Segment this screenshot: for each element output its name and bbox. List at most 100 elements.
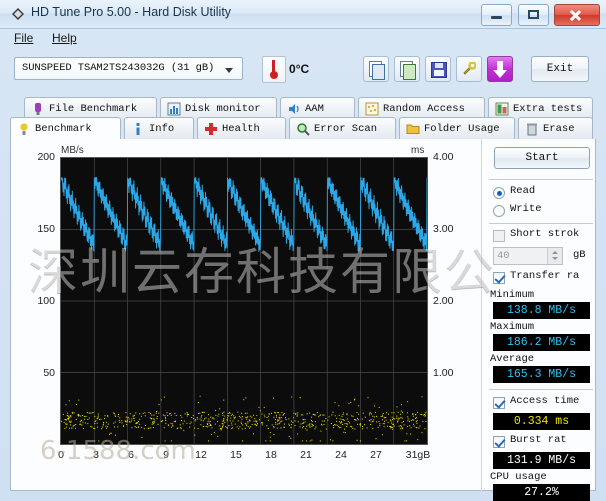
tab-error-scan[interactable]: Error Scan <box>289 117 396 139</box>
health-cross-icon <box>204 122 218 136</box>
tab-label: Random Access <box>383 98 465 119</box>
minimize-button[interactable] <box>481 4 512 26</box>
cpu-usage-value: 27.2% <box>493 484 590 501</box>
x-tick: 6 <box>116 449 146 461</box>
y-tick-left: 50 <box>21 367 55 379</box>
burst-rate-value: 131.9 MB/s <box>493 452 590 469</box>
x-tick: 12 <box>186 449 216 461</box>
maximum-label: Maximum <box>490 321 534 333</box>
tab-folder-usage[interactable]: Folder Usage <box>399 117 515 139</box>
tab-file-benchmark[interactable]: File Benchmark <box>24 97 157 119</box>
chevron-down-icon <box>225 68 233 73</box>
x-tick: 3 <box>81 449 111 461</box>
x-tick: 27 <box>361 449 391 461</box>
toolbar: SUNSPEED TSAM2TS243032G (31 gB) 0°C Exit <box>0 50 606 92</box>
y-tick-left: 150 <box>21 223 55 235</box>
y-axis-label-left: MB/s <box>61 145 84 156</box>
short-stroke-label: Short strok <box>510 228 579 240</box>
download-button[interactable] <box>487 56 513 82</box>
menu-bar: File Help <box>0 28 606 50</box>
transfer-rate-label: Transfer ra <box>510 270 579 282</box>
transfer-rate-checkbox[interactable] <box>493 272 505 284</box>
copy-sheet-button[interactable] <box>394 56 420 82</box>
erase-trash-icon <box>525 122 539 136</box>
tab-row-lower: Benchmark Info Health Error Scan Folder … <box>0 117 606 140</box>
controls-panel: Start Read Write Short strok 40 gB Trans… <box>487 139 597 491</box>
benchmark-bulb-icon <box>17 122 31 136</box>
tab-label: AAM <box>305 98 324 119</box>
wrench-icon <box>462 62 476 76</box>
down-arrow-icon <box>497 61 503 71</box>
write-label: Write <box>510 203 542 215</box>
average-label: Average <box>490 353 534 365</box>
copy-button[interactable] <box>363 56 389 82</box>
aam-speaker-icon <box>287 102 301 116</box>
error-scan-magnifier-icon <box>296 122 310 136</box>
stepper-buttons[interactable] <box>547 248 562 264</box>
access-time-value: 0.334 ms <box>493 413 590 430</box>
extra-tests-icon <box>495 102 509 116</box>
tab-label: Folder Usage <box>424 118 500 139</box>
stepper-up-icon[interactable] <box>552 251 558 254</box>
y-tick-right: 3.00 <box>433 223 469 235</box>
exit-button[interactable]: Exit <box>531 56 589 82</box>
window-title: HD Tune Pro 5.00 - Hard Disk Utility <box>31 5 231 19</box>
tab-label: Error Scan <box>314 118 377 139</box>
close-button[interactable] <box>554 4 600 26</box>
short-stroke-stepper[interactable]: 40 <box>493 247 563 265</box>
y-tick-left: 100 <box>21 295 55 307</box>
start-button[interactable]: Start <box>494 147 590 169</box>
cpu-usage-label: CPU usage <box>490 471 547 483</box>
plot-area <box>60 157 428 445</box>
write-radio[interactable] <box>493 205 505 217</box>
stepper-down-icon[interactable] <box>552 257 558 260</box>
x-tick: 24 <box>326 449 356 461</box>
save-button[interactable] <box>425 56 451 82</box>
tab-label: Benchmark <box>35 118 92 140</box>
transfer-rate-plot <box>61 158 427 444</box>
burst-rate-label: Burst rat <box>510 434 567 446</box>
tab-label: Extra tests <box>513 98 582 119</box>
floppy-icon <box>431 62 447 78</box>
short-stroke-unit: gB <box>573 249 586 261</box>
window-buttons <box>480 4 600 25</box>
tab-health[interactable]: Health <box>197 117 286 139</box>
x-tick: 0 <box>46 449 76 461</box>
menu-file[interactable]: File <box>14 31 33 45</box>
x-tick: 31gB <box>398 449 438 461</box>
read-label: Read <box>510 185 535 197</box>
divider <box>489 223 593 224</box>
burst-rate-checkbox[interactable] <box>493 436 505 448</box>
short-stroke-value: 40 <box>497 250 510 262</box>
drive-select[interactable]: SUNSPEED TSAM2TS243032G (31 gB) <box>14 57 243 80</box>
y-tick-right: 2.00 <box>433 295 469 307</box>
temperature-indicator <box>262 56 286 83</box>
panel-divider <box>481 139 482 491</box>
access-time-checkbox[interactable] <box>493 397 505 409</box>
tab-label: Health <box>222 118 260 139</box>
x-tick: 21 <box>291 449 321 461</box>
divider <box>489 389 593 390</box>
tab-label: Disk monitor <box>185 98 261 119</box>
tab-benchmark[interactable]: Benchmark <box>10 117 121 140</box>
menu-help[interactable]: Help <box>52 31 77 45</box>
maximize-icon <box>528 10 539 19</box>
tab-erase[interactable]: Erase <box>518 117 593 139</box>
y-axis-label-right: ms <box>411 145 424 156</box>
maximize-button[interactable] <box>518 4 549 26</box>
y-tick-right: 1.00 <box>433 367 469 379</box>
options-button[interactable] <box>456 56 482 82</box>
tab-disk-monitor[interactable]: Disk monitor <box>160 97 277 119</box>
tab-extra-tests[interactable]: Extra tests <box>488 97 593 119</box>
disk-monitor-icon <box>167 102 181 116</box>
divider <box>489 179 593 180</box>
hdtune-diamond-icon <box>11 7 25 21</box>
benchmark-panel: MB/s ms 200 150 100 50 4.00 3.00 2.00 1.… <box>10 139 596 491</box>
tab-random-access[interactable]: Random Access <box>358 97 485 119</box>
short-stroke-checkbox[interactable] <box>493 230 505 242</box>
read-radio[interactable] <box>493 187 505 199</box>
y-tick-left: 200 <box>21 151 55 163</box>
tab-info[interactable]: Info <box>124 117 194 139</box>
tab-aam[interactable]: AAM <box>280 97 355 119</box>
minimize-icon <box>491 16 502 19</box>
